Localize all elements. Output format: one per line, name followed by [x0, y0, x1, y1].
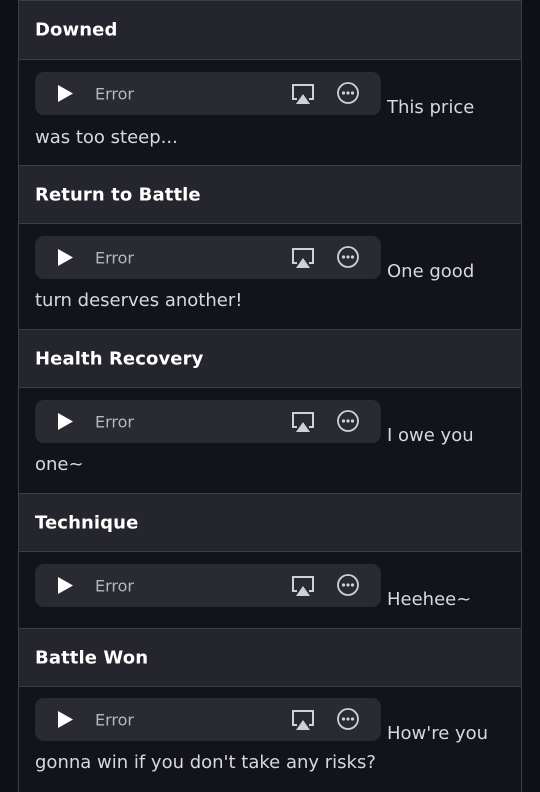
- more-options-icon[interactable]: [337, 574, 359, 596]
- section-body-battle-won: Error How're you gonna win if you don't …: [19, 687, 521, 792]
- airplay-icon[interactable]: [291, 247, 315, 269]
- section-header-downed: Downed: [19, 0, 521, 60]
- section-body-return-to-battle: Error One good turn deserves another!: [19, 224, 521, 329]
- audio-player[interactable]: Error: [35, 236, 381, 279]
- player-status: Error: [95, 84, 134, 103]
- audio-player[interactable]: Error: [35, 72, 381, 115]
- play-icon[interactable]: [57, 85, 73, 102]
- quote-text-continued: gonna win if you don't take any risks?: [35, 752, 376, 773]
- more-options-icon[interactable]: [337, 82, 359, 104]
- play-icon[interactable]: [57, 249, 73, 266]
- section-header-technique: Technique: [19, 493, 521, 552]
- section-header-return-to-battle: Return to Battle: [19, 165, 521, 224]
- player-status: Error: [95, 248, 134, 267]
- more-options-icon[interactable]: [337, 246, 359, 268]
- section-body-technique: Error Heehee~: [19, 552, 521, 628]
- section-body-downed: Error This price was too steep...: [19, 60, 521, 165]
- play-icon[interactable]: [57, 711, 73, 728]
- quote-text-continued: was too steep...: [35, 127, 178, 148]
- section-header-health-recovery: Health Recovery: [19, 329, 521, 388]
- airplay-icon[interactable]: [291, 411, 315, 433]
- section-title: Battle Won: [35, 647, 149, 668]
- quote-text: Heehee~: [387, 589, 472, 610]
- airplay-icon[interactable]: [291, 709, 315, 731]
- play-icon[interactable]: [57, 577, 73, 594]
- voice-lines-panel: Downed Error This price was too steep...…: [18, 0, 522, 792]
- section-title: Technique: [35, 512, 139, 533]
- section-title: Return to Battle: [35, 184, 201, 205]
- section-title: Health Recovery: [35, 348, 204, 369]
- player-status: Error: [95, 710, 134, 729]
- quote-text: I owe you: [387, 425, 474, 446]
- audio-player[interactable]: Error: [35, 564, 381, 607]
- quote-text-continued: one~: [35, 454, 84, 475]
- airplay-icon[interactable]: [291, 575, 315, 597]
- quote-text: How're you: [387, 723, 489, 744]
- play-icon[interactable]: [57, 413, 73, 430]
- section-title: Downed: [35, 19, 118, 41]
- voice-lines-page: Downed Error This price was too steep...…: [0, 0, 540, 792]
- quote-text: This price: [387, 97, 475, 118]
- player-status: Error: [95, 576, 134, 595]
- more-options-icon[interactable]: [337, 708, 359, 730]
- audio-player[interactable]: Error: [35, 698, 381, 741]
- section-body-health-recovery: Error I owe you one~: [19, 388, 521, 493]
- more-options-icon[interactable]: [337, 410, 359, 432]
- section-header-battle-won: Battle Won: [19, 628, 521, 687]
- quote-text: One good: [387, 261, 475, 282]
- airplay-icon[interactable]: [291, 83, 315, 105]
- audio-player[interactable]: Error: [35, 400, 381, 443]
- quote-text-continued: turn deserves another!: [35, 290, 243, 311]
- player-status: Error: [95, 412, 134, 431]
